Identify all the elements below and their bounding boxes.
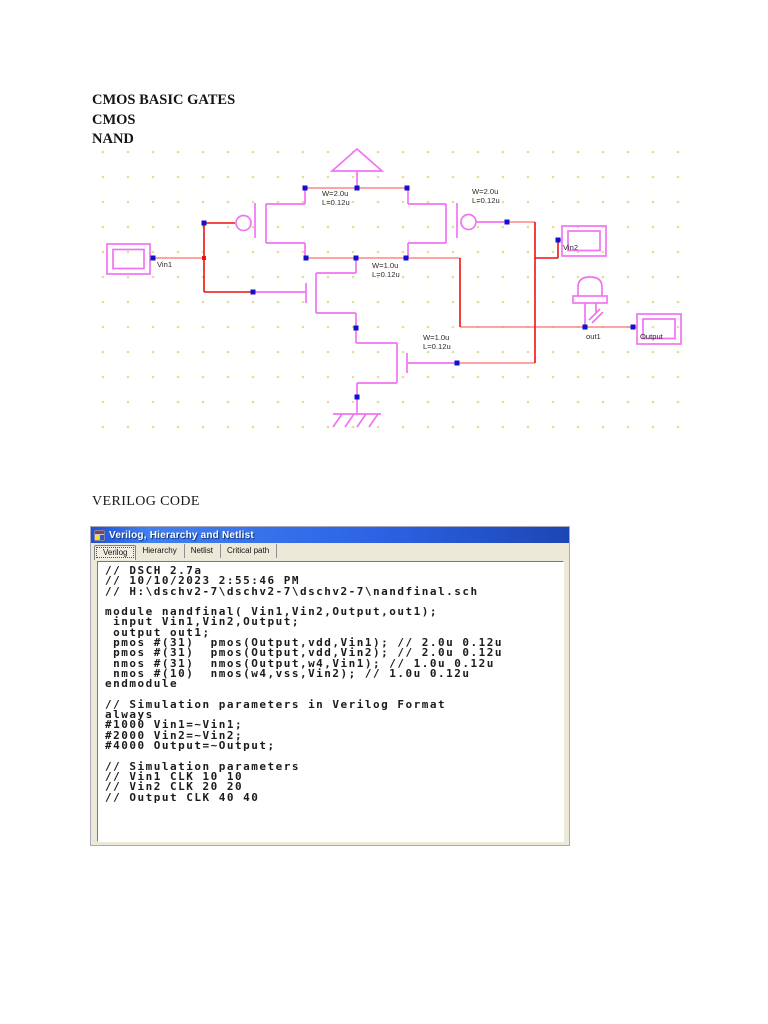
transistor-label-l: L=0.12u bbox=[322, 198, 350, 207]
transistor-label-w: W=1.0u bbox=[372, 261, 398, 270]
transistor-label-l: L=0.12u bbox=[472, 196, 500, 205]
transistor-label-l: L=0.12u bbox=[423, 342, 451, 351]
code-panel: // DSCH 2.7a// 10/10/2023 2:55:46 PM// H… bbox=[97, 561, 564, 842]
tab-critical-path[interactable]: Critical path bbox=[221, 544, 278, 558]
window-title: Verilog, Hierarchy and Netlist bbox=[109, 529, 254, 541]
tab-bar: Verilog Hierarchy Netlist Critical path bbox=[91, 543, 569, 560]
code-line: // Output CLK 40 40 bbox=[105, 790, 260, 804]
code-line: // H:\dschv2-7\dschv2-7\dschv2-7\nandfin… bbox=[105, 584, 479, 598]
document-page: CMOS BASIC GATES CMOS NAND W=2.0u L=0.12… bbox=[0, 0, 768, 1024]
transistor-label-w: W=2.0u bbox=[322, 189, 348, 198]
verilog-code: // DSCH 2.7a// 10/10/2023 2:55:46 PM// H… bbox=[98, 562, 563, 803]
code-line: #4000 Output=~Output; bbox=[105, 739, 276, 753]
wire-cross-junction bbox=[202, 256, 206, 260]
port-label-vin1: Vin1 bbox=[157, 260, 172, 269]
port-label-vin2: Vin2 bbox=[563, 243, 578, 252]
code-line: // Simulation parameters in Verilog Form… bbox=[105, 697, 447, 711]
tab-hierarchy[interactable]: Hierarchy bbox=[136, 544, 185, 558]
cmos-nand-schematic: W=2.0u L=0.12u W=2.0u L=0.12u W=1.0u L=0… bbox=[95, 145, 692, 433]
window-titlebar: Verilog, Hierarchy and Netlist bbox=[91, 527, 569, 543]
node-label-out1: out1 bbox=[586, 332, 601, 341]
tab-verilog[interactable]: Verilog bbox=[94, 545, 137, 560]
transistor-label-w: W=2.0u bbox=[472, 187, 498, 196]
port-label-output: Output bbox=[640, 332, 664, 341]
code-line: endmodule bbox=[105, 677, 179, 691]
verilog-netlist-window: Verilog, Hierarchy and Netlist Verilog H… bbox=[90, 526, 570, 846]
tab-netlist[interactable]: Netlist bbox=[185, 544, 221, 558]
app-icon bbox=[94, 529, 105, 541]
verilog-code-heading: VERILOG CODE bbox=[92, 494, 200, 509]
transistor-label-w: W=1.0u bbox=[423, 333, 449, 342]
transistor-label-l: L=0.12u bbox=[372, 270, 400, 279]
